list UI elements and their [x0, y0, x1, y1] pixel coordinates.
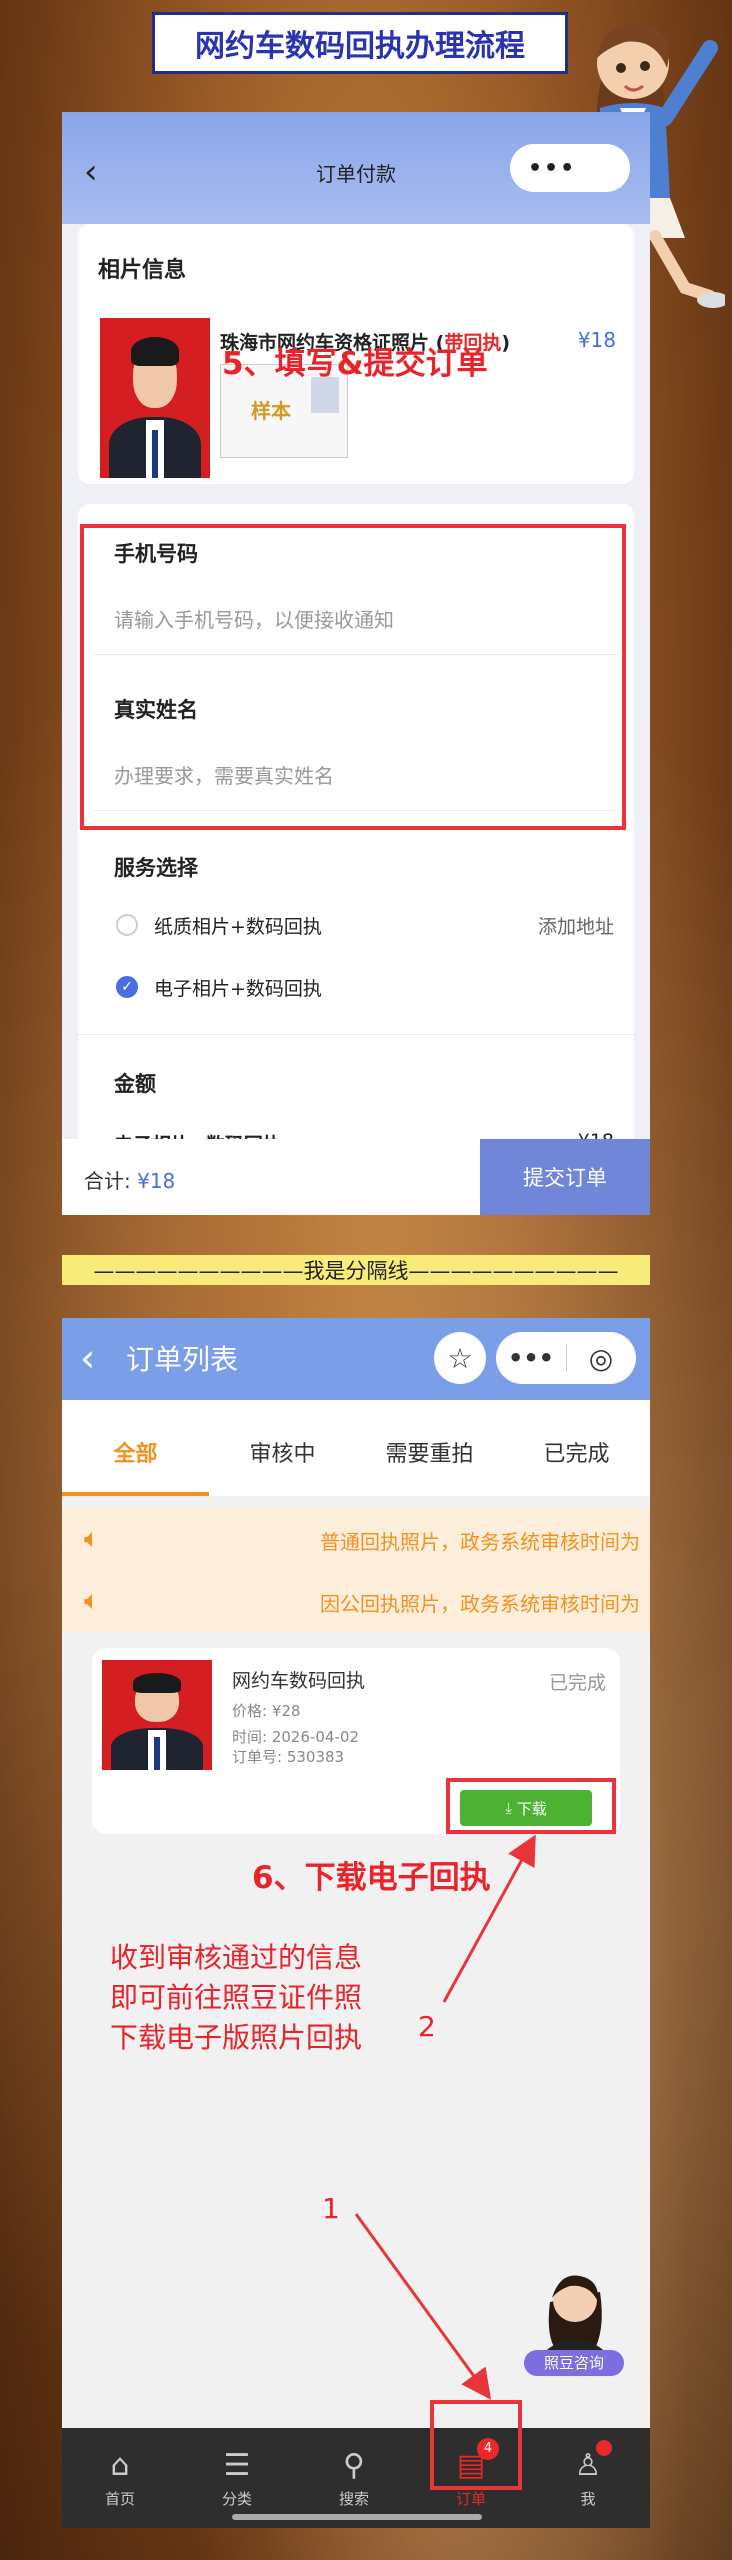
option-paper-label[interactable]: 纸质相片+数码回执 [154, 912, 322, 939]
step5-annotation: 5、填写&提交订单 [222, 346, 488, 382]
orders-tab-highlight-box [430, 2400, 522, 2490]
photo-section-heading: 相片信息 [98, 258, 187, 283]
notice-text: 普通回执照片，政务系统审核时间为 [320, 1530, 640, 1554]
instruction-note: 收到审核通过的信息 即可前往照豆证件照 下载电子版照片回执 [110, 1941, 363, 2054]
user-icon: ♙ [574, 2448, 602, 2483]
order-price: 价格: ¥28 [232, 1702, 301, 1720]
consult-button[interactable]: 照豆咨询 [520, 2262, 630, 2382]
tabbar-me[interactable]: ♙ 我 [548, 2440, 628, 2509]
star-icon[interactable]: ☆ [434, 1332, 486, 1384]
form-highlight-box [80, 524, 626, 830]
more-dots-icon[interactable]: ••• [528, 156, 576, 181]
category-icon: ☰ [223, 2448, 251, 2483]
speaker-icon: 🔈︎ [84, 1524, 100, 1554]
marker-2: 2 [418, 2010, 436, 2043]
notice-bar: 🔈︎ 普通回执照片，政务系统审核时间为 [62, 1508, 650, 1570]
download-highlight-box [446, 1778, 616, 1834]
search-icon: ⚲ [343, 2448, 365, 2483]
banner-title: 网约车数码回执办理流程 [152, 12, 568, 74]
home-indicator [232, 2514, 482, 2520]
radio-electronic-option[interactable]: ✓ [116, 976, 138, 998]
order-name: 网约车数码回执 [232, 1670, 366, 1692]
radio-paper-option[interactable] [116, 914, 138, 936]
total: 合计: ¥18 [84, 1169, 176, 1193]
page-title: 订单列表 [126, 1343, 239, 1376]
notice-text: 因公回执照片，政务系统审核时间为 [320, 1592, 640, 1616]
menu-capsule[interactable]: ••• [510, 144, 630, 192]
menu-capsule[interactable]: ••• ◎ [496, 1332, 636, 1384]
divider [78, 1034, 634, 1035]
order-tabs: 全部 审核中 需要重拍 已完成 [62, 1400, 650, 1496]
order-status: 已完成 [548, 1672, 606, 1694]
marker-1: 1 [322, 2192, 340, 2225]
nav-bar: ‹ 订单列表 ☆ ••• ◎ [62, 1318, 650, 1400]
bottom-tab-bar: ⌂ 首页 ☰ 分类 ⚲ 搜索 ▤ 订单 4 ♙ 我 [62, 2428, 650, 2528]
home-icon: ⌂ [110, 2448, 130, 2483]
tabbar-category[interactable]: ☰ 分类 [197, 2444, 277, 2509]
order-number: 订单号: 530383 [232, 1748, 345, 1766]
tabbar-search[interactable]: ⚲ 搜索 [314, 2444, 394, 2509]
order-time: 时间: 2026-04-02 [232, 1728, 359, 1746]
checkout-bar: 合计: ¥18 提交订单 [62, 1139, 650, 1215]
back-arrow-icon[interactable]: ‹ [80, 1336, 95, 1380]
submit-order-button[interactable]: 提交订单 [480, 1139, 650, 1215]
tab-all[interactable]: 全部 [62, 1436, 209, 1468]
tab-retake[interactable]: 需要重拍 [356, 1436, 503, 1468]
order-photo-thumbnail [102, 1660, 212, 1770]
tab-reviewing[interactable]: 审核中 [209, 1436, 356, 1468]
close-circle-icon[interactable]: ◎ [567, 1342, 635, 1375]
separator-line: ——————————我是分隔线—————————— [62, 1255, 650, 1285]
tabbar-home[interactable]: ⌂ 首页 [80, 2444, 160, 2509]
service-label: 服务选择 [114, 856, 198, 880]
more-dots-icon[interactable]: ••• [496, 1344, 566, 1372]
nav-bar: ‹ 订单付款 ••• [62, 112, 650, 224]
speaker-icon: 🔈︎ [84, 1586, 100, 1616]
active-tab-indicator [62, 1492, 209, 1496]
tab-completed[interactable]: 已完成 [503, 1436, 650, 1468]
notification-dot [596, 2440, 612, 2456]
add-address-link[interactable]: 添加地址 [538, 912, 614, 939]
product-price: ¥18 [577, 328, 616, 352]
step6-annotation: 6、下载电子回执 [252, 1860, 491, 1896]
notice-bar: 🔈︎ 因公回执照片，政务系统审核时间为 [62, 1570, 650, 1632]
consultant-avatar [542, 2275, 608, 2354]
option-electronic-label[interactable]: 电子相片+数码回执 [154, 974, 322, 1001]
consult-label: 照豆咨询 [524, 2350, 624, 2376]
amount-label: 金额 [114, 1072, 156, 1096]
id-photo-thumbnail [100, 318, 210, 478]
